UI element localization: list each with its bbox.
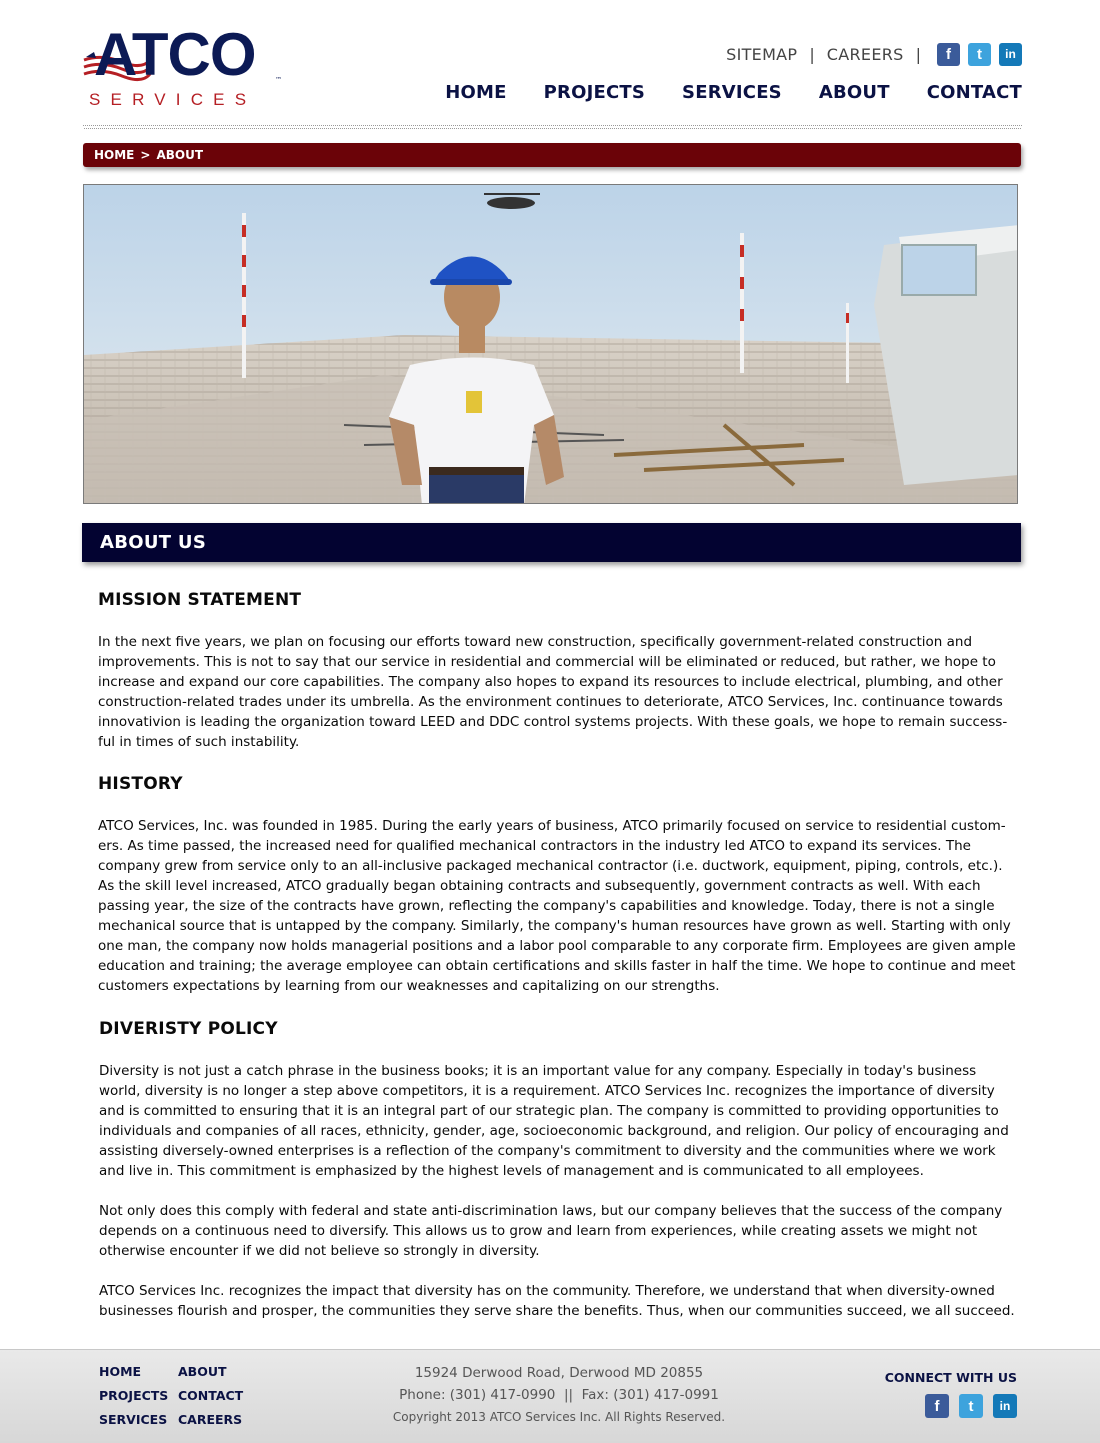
separator: | — [915, 44, 921, 64]
nav-services[interactable]: SERVICES — [682, 82, 782, 103]
utility-links: SITEMAP | CAREERS | f t in — [726, 40, 1022, 68]
careers-link[interactable]: CAREERS — [827, 45, 904, 64]
footer: HOME ABOUT PROJECTS CONTACT SERVICES CAR… — [0, 1349, 1100, 1443]
about-us-header: ABOUT US — [82, 523, 1021, 562]
rooftop-worker-photo — [84, 185, 1017, 503]
breadcrumb-separator: > — [140, 148, 151, 162]
footer-phone-fax: Phone: (301) 417-0990 || Fax: (301) 417-… — [399, 1387, 719, 1403]
footer-navigation: HOME ABOUT PROJECTS CONTACT SERVICES CAR… — [99, 1364, 258, 1428]
diversity-paragraph-3: ATCO Services Inc. recognizes the impact… — [99, 1283, 1015, 1319]
history-text: ATCO Services, Inc. was founded in 1985.… — [98, 818, 1016, 994]
footer-link-careers[interactable]: CAREERS — [178, 1412, 258, 1428]
breadcrumb: HOME > ABOUT — [83, 143, 1021, 167]
header-social-links: f t in — [937, 42, 1022, 66]
page-title: ABOUT US — [100, 532, 207, 553]
connect-with-us-label: CONNECT WITH US — [884, 1370, 1017, 1385]
linkedin-icon[interactable]: in — [993, 1394, 1017, 1418]
twitter-icon[interactable]: t — [959, 1394, 983, 1418]
footer-contact-info: 15924 Derwood Road, Derwood MD 20855 Pho… — [360, 1364, 758, 1425]
logo-subtitle: SERVICES — [89, 90, 257, 109]
trademark-symbol: ™ — [275, 76, 282, 84]
footer-link-contact[interactable]: CONTACT — [178, 1388, 258, 1404]
header-divider — [83, 125, 1022, 130]
nav-contact[interactable]: CONTACT — [927, 82, 1022, 103]
separator: | — [809, 44, 815, 64]
diversity-paragraph-2: Not only does this comply with federal a… — [99, 1203, 1003, 1259]
facebook-icon[interactable]: f — [925, 1394, 949, 1418]
diversity-policy-heading: DIVERISTY POLICY — [99, 1019, 278, 1039]
mission-statement-heading: MISSION STATEMENT — [98, 590, 302, 610]
main-navigation: HOME PROJECTS SERVICES ABOUT CONTACT — [445, 82, 1022, 103]
hero-photo — [83, 184, 1018, 504]
sitemap-link[interactable]: SITEMAP — [726, 45, 797, 64]
history-heading: HISTORY — [98, 774, 183, 794]
nav-about[interactable]: ABOUT — [819, 82, 890, 103]
nav-home[interactable]: HOME — [445, 82, 506, 103]
twitter-icon[interactable]: t — [968, 42, 991, 66]
nav-projects[interactable]: PROJECTS — [544, 82, 645, 103]
linkedin-icon[interactable]: in — [999, 42, 1022, 66]
mission-statement-text: In the next five years, we plan on focus… — [98, 634, 1008, 750]
logo-wordmark: ATCO — [94, 21, 257, 88]
footer-link-services[interactable]: SERVICES — [99, 1412, 178, 1428]
atco-logo[interactable]: ATCO ™ SERVICES — [82, 22, 287, 109]
footer-social-links: f t in — [925, 1394, 1017, 1418]
facebook-icon[interactable]: f — [937, 42, 960, 66]
footer-link-projects[interactable]: PROJECTS — [99, 1388, 178, 1404]
breadcrumb-current: ABOUT — [156, 148, 204, 162]
footer-address: 15924 Derwood Road, Derwood MD 20855 — [414, 1365, 704, 1381]
diversity-paragraph-1: Diversity is not just a catch phrase in … — [99, 1063, 1009, 1179]
footer-link-about[interactable]: ABOUT — [178, 1364, 258, 1380]
footer-link-home[interactable]: HOME — [99, 1364, 178, 1380]
footer-copyright: Copyright 2013 ATCO Services Inc. All Ri… — [392, 1410, 726, 1424]
breadcrumb-home[interactable]: HOME — [94, 148, 134, 162]
